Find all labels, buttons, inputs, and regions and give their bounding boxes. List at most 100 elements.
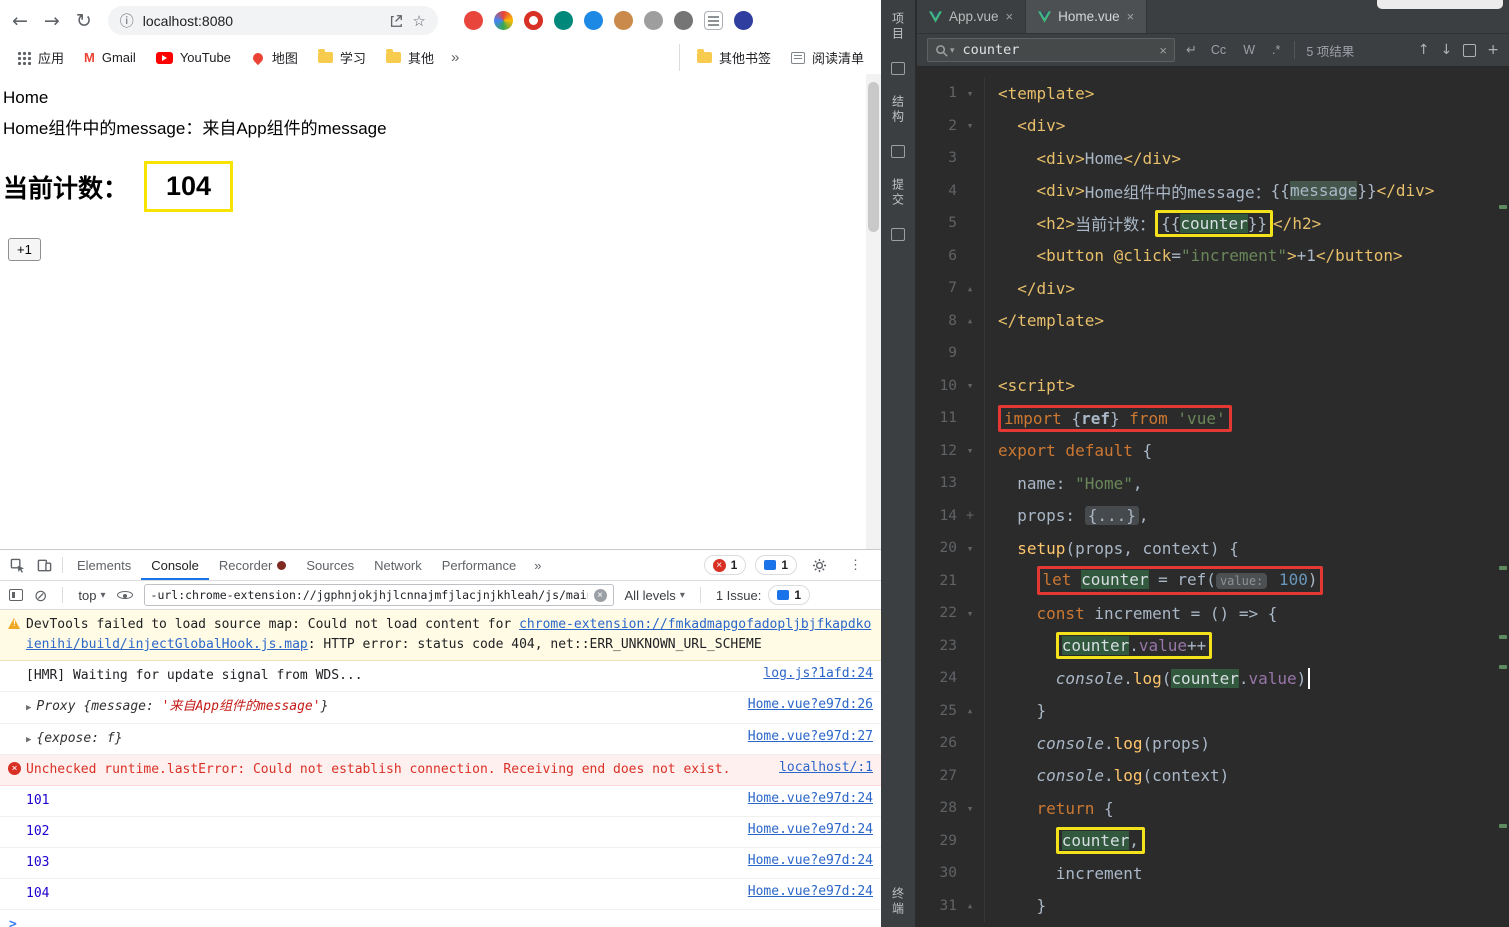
more-tabs-icon[interactable]: » bbox=[526, 558, 549, 573]
device-toolbar-icon[interactable] bbox=[31, 552, 58, 579]
log-level-selector[interactable]: All levels bbox=[625, 588, 685, 603]
close-tab-icon[interactable]: × bbox=[1127, 9, 1135, 24]
code-line[interactable]: 31 ▴ } bbox=[917, 889, 1509, 922]
fold-icon[interactable]: ▾ bbox=[957, 802, 983, 815]
source-link[interactable]: localhost/:1 bbox=[779, 760, 873, 775]
code-line[interactable]: 11 import {ref} from 'vue' bbox=[917, 402, 1509, 435]
code-line[interactable]: 24 console. log(counter. value) bbox=[917, 662, 1509, 695]
devtools-tab-network[interactable]: Network bbox=[364, 550, 432, 580]
code-line[interactable]: 8 ▴ </template> bbox=[917, 304, 1509, 337]
scrollbar-thumb[interactable] bbox=[868, 82, 879, 232]
issues-button[interactable]: 1 Issue: 1 bbox=[716, 585, 811, 605]
code-line[interactable]: 10 ▾ <script> bbox=[917, 369, 1509, 402]
share-icon[interactable] bbox=[389, 14, 403, 28]
fold-icon[interactable]: ▾ bbox=[957, 607, 983, 620]
code-line[interactable]: 6 <button @click = "increment" > +1 </button> bbox=[917, 239, 1509, 272]
code-line[interactable]: 13 name: "Home", bbox=[917, 467, 1509, 500]
code-line[interactable]: 2 ▾ <div> bbox=[917, 109, 1509, 142]
console-message-badge[interactable]: 1 bbox=[755, 555, 797, 575]
editor-tab-app-vue[interactable]: App.vue × bbox=[917, 0, 1027, 33]
previous-match-icon[interactable]: ↑ bbox=[1418, 42, 1430, 58]
code-line[interactable]: 29 counter, bbox=[917, 824, 1509, 857]
forward-icon[interactable]: → bbox=[44, 10, 60, 32]
fold-icon[interactable]: ▴ bbox=[957, 282, 983, 295]
code-line[interactable]: 27 console. log (context) bbox=[917, 759, 1509, 792]
bookmark-other-bookmarks[interactable]: 其他书签 bbox=[688, 44, 780, 71]
close-tab-icon[interactable]: × bbox=[1006, 9, 1014, 24]
code-line[interactable]: 21 let counter = ref(value: 100) bbox=[917, 564, 1509, 597]
fold-icon[interactable]: ▾ bbox=[957, 542, 983, 555]
match-case-toggle[interactable]: Cc bbox=[1208, 41, 1229, 59]
fold-icon[interactable]: ▴ bbox=[957, 899, 983, 912]
code-line[interactable]: 1 ▾ <template> bbox=[917, 77, 1509, 110]
code-line[interactable]: 22 ▾ const increment = () => { bbox=[917, 597, 1509, 630]
clear-console-icon[interactable]: ⊘ bbox=[34, 586, 47, 605]
bookmark-reading-list[interactable]: 阅读清单 bbox=[782, 44, 873, 71]
next-match-icon[interactable]: ↓ bbox=[1441, 42, 1453, 58]
bookmark-other[interactable]: 其他 bbox=[377, 44, 443, 71]
code-line[interactable]: 5 <h2> 当前计数： {{counter}} </h2> bbox=[917, 207, 1509, 240]
code-line[interactable]: 14 + props: {...}, bbox=[917, 499, 1509, 532]
regex-toggle[interactable]: .* bbox=[1269, 41, 1283, 59]
bookmark-maps[interactable]: 地图 bbox=[242, 44, 307, 71]
code-line[interactable]: 23 counter.value++ bbox=[917, 629, 1509, 662]
extension-1-icon[interactable] bbox=[463, 11, 483, 30]
source-link[interactable]: Home.vue?e97d:27 bbox=[748, 729, 873, 744]
console-error-badge[interactable]: 1 bbox=[703, 555, 747, 575]
devtools-tab-elements[interactable]: Elements bbox=[67, 550, 141, 580]
fold-icon[interactable]: ▾ bbox=[957, 379, 983, 392]
editor-scrollbar[interactable] bbox=[1496, 67, 1509, 927]
live-expression-eye-icon[interactable] bbox=[116, 588, 133, 602]
inspect-icon[interactable] bbox=[4, 552, 31, 579]
structure-icon[interactable] bbox=[891, 145, 905, 158]
reload-icon[interactable]: ↻ bbox=[76, 10, 92, 32]
search-icon[interactable] bbox=[935, 44, 955, 57]
increment-button[interactable]: +1 bbox=[8, 238, 41, 261]
extensions-puzzle-icon[interactable] bbox=[673, 11, 693, 30]
tool-window-structure[interactable]: 结构 bbox=[890, 95, 907, 125]
tool-window-commit[interactable]: 提交 bbox=[890, 178, 907, 208]
bookmark-apps[interactable]: 应用 bbox=[8, 44, 73, 71]
extension-cookie-icon[interactable] bbox=[613, 11, 633, 30]
console-sidebar-icon[interactable] bbox=[9, 589, 23, 601]
extension-6-icon[interactable] bbox=[643, 11, 663, 30]
devtools-tab-performance[interactable]: Performance bbox=[432, 550, 526, 580]
bookmark-gmail[interactable]: Gmail bbox=[75, 46, 145, 69]
tool-window-project[interactable]: 项目 bbox=[890, 12, 907, 42]
source-link[interactable]: Home.vue?e97d:26 bbox=[748, 697, 873, 712]
devtools-tab-console[interactable]: Console bbox=[141, 550, 209, 580]
source-link[interactable]: log.js?1afd:24 bbox=[763, 666, 873, 681]
fold-icon[interactable]: ▴ bbox=[957, 314, 983, 327]
fold-icon[interactable]: ▾ bbox=[957, 119, 983, 132]
console-prompt[interactable]: > bbox=[0, 910, 881, 927]
tab-list-icon[interactable] bbox=[703, 11, 723, 30]
fold-icon[interactable]: ▾ bbox=[957, 444, 983, 457]
code-line[interactable]: 12 ▾ export default { bbox=[917, 434, 1509, 467]
code-editor[interactable]: 1 ▾ <template> 2 ▾ <div> 3 <div> Home </div> 4 <… bbox=[917, 67, 1509, 927]
search-query[interactable]: counter bbox=[963, 42, 1152, 58]
code-line[interactable]: 26 console. log (props) bbox=[917, 727, 1509, 760]
fold-icon[interactable]: ▴ bbox=[957, 704, 983, 717]
code-line[interactable]: 20 ▾ setup (props, context) { bbox=[917, 532, 1509, 565]
code-line[interactable]: 3 <div> Home </div> bbox=[917, 142, 1509, 175]
issues-chip[interactable]: 1 bbox=[768, 585, 811, 605]
bookmark-icon[interactable] bbox=[891, 228, 905, 241]
source-link[interactable]: Home.vue?e97d:24 bbox=[748, 822, 873, 837]
extension-3-icon[interactable] bbox=[523, 11, 543, 30]
devtools-tab-sources[interactable]: Sources bbox=[296, 550, 364, 580]
settings-gear-icon[interactable] bbox=[806, 552, 833, 579]
search-input[interactable]: counter × bbox=[927, 38, 1175, 62]
page-scrollbar[interactable] bbox=[866, 74, 881, 549]
profile-avatar-icon[interactable] bbox=[733, 11, 753, 30]
back-icon[interactable]: ← bbox=[12, 10, 28, 32]
code-line[interactable]: 7 ▴ </div> bbox=[917, 272, 1509, 305]
editor-tab-home-vue[interactable]: Home.vue × bbox=[1026, 0, 1148, 33]
filter-value[interactable]: -url:chrome-extension://jgphnjokjhjlcnna… bbox=[151, 588, 588, 602]
address-bar[interactable]: ⓘ localhost:8080 ☆ bbox=[107, 6, 438, 35]
source-link[interactable]: Home.vue?e97d:24 bbox=[748, 853, 873, 868]
add-icon[interactable]: + bbox=[1487, 42, 1499, 58]
code-line[interactable]: 4 <div> Home组件中的message：{{message}} </div> bbox=[917, 174, 1509, 207]
extension-4-icon[interactable] bbox=[553, 11, 573, 30]
bookmark-youtube[interactable]: YouTube bbox=[147, 46, 240, 69]
url-text[interactable]: localhost:8080 bbox=[143, 13, 381, 29]
